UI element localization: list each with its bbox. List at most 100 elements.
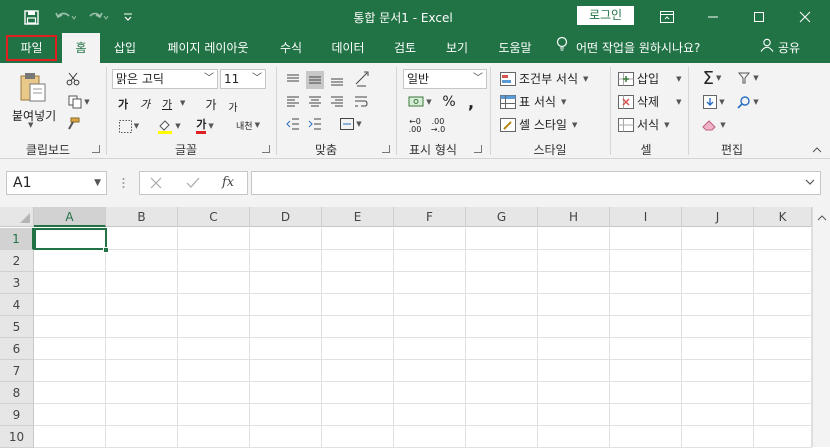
font-size-combo[interactable]: 11 ﹀ [220, 69, 266, 89]
cell[interactable] [34, 250, 106, 272]
cell[interactable] [610, 360, 682, 382]
cell[interactable] [610, 228, 682, 250]
cell[interactable] [610, 316, 682, 338]
accounting-format-icon[interactable]: ▼ [405, 93, 435, 111]
decrease-decimal-icon[interactable]: .00 →.0 [428, 117, 448, 135]
column-header[interactable]: A [34, 207, 106, 227]
cell[interactable] [250, 426, 322, 448]
cell[interactable] [106, 338, 178, 360]
customize-qat-icon[interactable] [122, 8, 134, 26]
cell[interactable] [538, 272, 610, 294]
wrap-text-icon[interactable] [352, 93, 370, 111]
cell[interactable] [34, 316, 106, 338]
name-box[interactable]: A1 ▼ [6, 171, 107, 195]
cell[interactable] [34, 272, 106, 294]
cell[interactable] [250, 382, 322, 404]
save-icon[interactable] [22, 8, 40, 26]
fill-color-button[interactable]: ▼ [154, 117, 184, 135]
undo-icon[interactable] [52, 8, 78, 26]
comma-style-icon[interactable]: , [462, 93, 480, 112]
select-all-corner[interactable] [0, 207, 34, 227]
paste-dropdown-icon[interactable]: ▼ [26, 121, 33, 129]
cell[interactable] [394, 272, 466, 294]
cell[interactable] [682, 228, 754, 250]
italic-button[interactable]: 가 [136, 95, 154, 113]
cell[interactable] [682, 250, 754, 272]
cell[interactable] [610, 338, 682, 360]
cell[interactable] [250, 316, 322, 338]
cell[interactable] [682, 360, 754, 382]
column-header[interactable]: K [754, 207, 812, 227]
cell[interactable] [322, 228, 394, 250]
row-header[interactable]: 1 [0, 228, 34, 250]
format-cells-button[interactable]: 서식 ▼ [618, 116, 669, 133]
align-right-icon[interactable] [328, 93, 346, 111]
insert-function-icon[interactable]: fx [222, 175, 234, 190]
cell[interactable] [34, 404, 106, 426]
cell[interactable] [394, 360, 466, 382]
cell[interactable] [538, 338, 610, 360]
cell[interactable] [106, 360, 178, 382]
number-launcher-icon[interactable] [474, 145, 482, 153]
cell[interactable] [682, 426, 754, 448]
copy-icon[interactable]: ▼ [64, 93, 94, 111]
column-header[interactable]: D [250, 207, 322, 227]
cell[interactable] [106, 404, 178, 426]
fill-handle[interactable] [103, 247, 109, 253]
format-as-table-button[interactable]: 표 서식 ▼ [500, 93, 566, 110]
cell[interactable] [610, 272, 682, 294]
cell[interactable] [178, 426, 250, 448]
font-launcher-icon[interactable] [262, 145, 270, 153]
cell[interactable] [754, 426, 812, 448]
formula-bar-grip[interactable] [122, 175, 125, 191]
tab-view[interactable]: 보기 [436, 33, 478, 63]
align-left-icon[interactable] [284, 93, 302, 111]
cell[interactable] [682, 338, 754, 360]
row-header[interactable]: 3 [0, 272, 34, 294]
cell[interactable] [250, 272, 322, 294]
clipboard-launcher-icon[interactable] [92, 145, 100, 153]
font-name-combo[interactable]: 맑은 고딕 ﹀ [112, 69, 218, 89]
cell[interactable] [178, 228, 250, 250]
row-header[interactable]: 5 [0, 316, 34, 338]
clear-icon[interactable]: ▼ [699, 116, 729, 134]
cut-icon[interactable] [64, 70, 82, 88]
percent-style-icon[interactable]: % [440, 93, 458, 111]
column-header[interactable]: G [466, 207, 538, 227]
cell[interactable] [394, 294, 466, 316]
cell[interactable] [538, 360, 610, 382]
cell[interactable] [178, 316, 250, 338]
cell[interactable] [538, 250, 610, 272]
formula-input[interactable] [251, 171, 821, 195]
cell[interactable] [538, 382, 610, 404]
cell[interactable] [682, 404, 754, 426]
paste-label[interactable]: 붙여넣기 [12, 107, 56, 124]
maximize-button[interactable] [736, 0, 782, 33]
cell[interactable] [106, 382, 178, 404]
column-header[interactable]: E [322, 207, 394, 227]
cell[interactable] [394, 338, 466, 360]
underline-dropdown-icon[interactable]: ▼ [178, 99, 185, 107]
cell[interactable] [466, 272, 538, 294]
column-header[interactable]: I [610, 207, 682, 227]
cell[interactable] [538, 316, 610, 338]
cell[interactable] [250, 360, 322, 382]
row-header[interactable]: 2 [0, 250, 34, 272]
cell[interactable] [394, 382, 466, 404]
conditional-formatting-button[interactable]: 조건부 서식 ▼ [500, 70, 588, 87]
column-header[interactable]: H [538, 207, 610, 227]
tab-insert[interactable]: 삽입 [103, 33, 147, 63]
cell[interactable] [466, 316, 538, 338]
column-header[interactable]: C [178, 207, 250, 227]
cell[interactable] [178, 250, 250, 272]
column-header[interactable]: J [682, 207, 754, 227]
cell[interactable] [610, 382, 682, 404]
cell[interactable] [754, 338, 812, 360]
cell[interactable] [106, 228, 178, 250]
vertical-scrollbar[interactable] [812, 207, 830, 447]
cancel-icon[interactable] [150, 177, 162, 192]
cell[interactable] [610, 404, 682, 426]
cell[interactable] [466, 294, 538, 316]
close-button[interactable] [782, 0, 828, 33]
cell[interactable] [250, 338, 322, 360]
